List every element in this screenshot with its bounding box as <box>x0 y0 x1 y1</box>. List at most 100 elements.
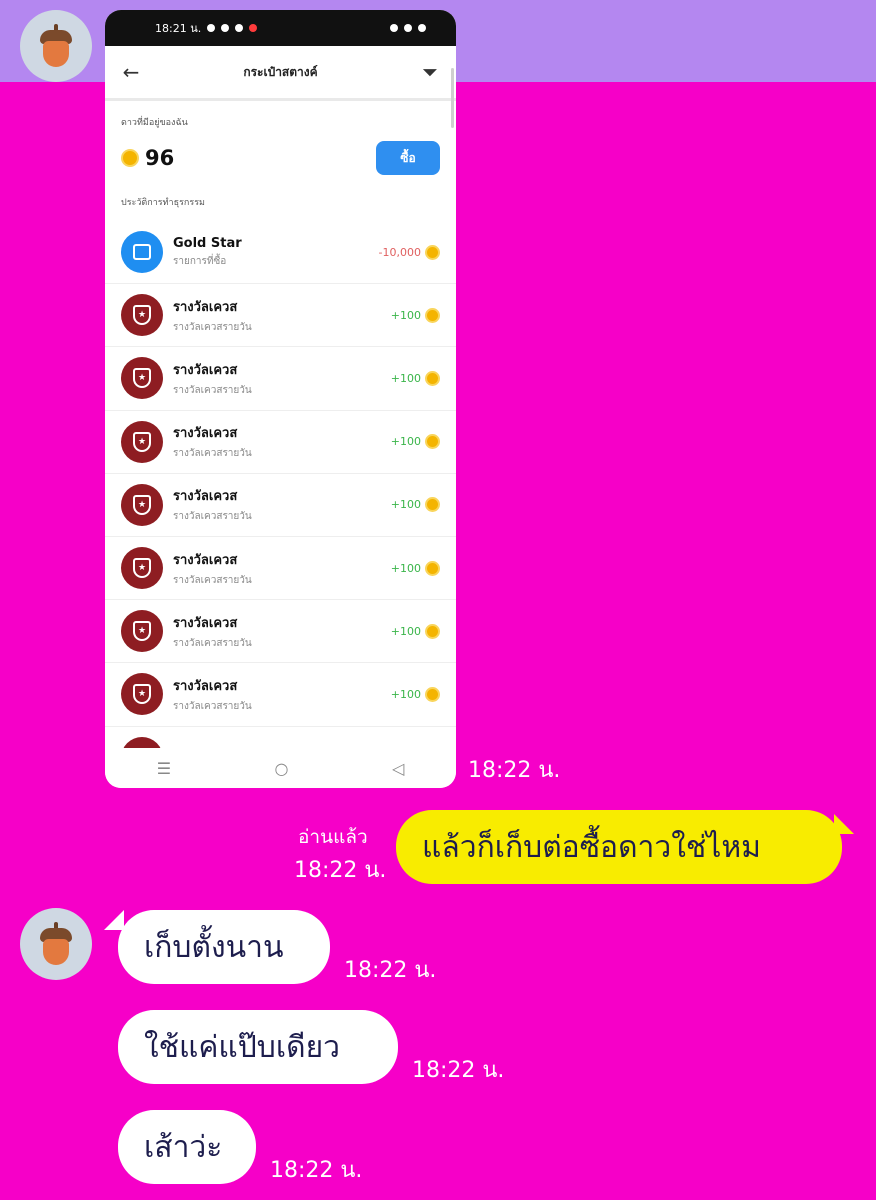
transaction-subtitle: รางวัลเควสรายวัน <box>173 384 252 396</box>
bubble-tail <box>834 814 854 834</box>
transaction-subtitle: รางวัลเควสรายวัน <box>173 700 252 712</box>
balance-label: ดาวที่มีอยู่ของฉัน <box>121 118 188 128</box>
message-text: แล้วก็เก็บต่อซื้อดาวใช่ไหม <box>422 829 761 865</box>
phone-nav-bar: ☰ ○ ◁ <box>105 748 456 788</box>
balance-value: 96 <box>145 146 175 170</box>
filter-icon[interactable]: ⏷ <box>418 60 442 84</box>
acorn-icon <box>38 922 74 966</box>
transaction-title: รางวัลเควส <box>173 362 238 378</box>
phone-status-time: 18:21 น. <box>155 22 202 35</box>
phone-status-bar: 18:21 น. <box>105 10 456 46</box>
transaction-row[interactable]: Gold Star รายการที่ซื้อ -10,000 <box>105 221 456 285</box>
transaction-amount: +100 <box>390 434 440 450</box>
buy-button[interactable]: ซื้อ <box>376 141 440 175</box>
sent-message-bubble[interactable]: แล้วก็เก็บต่อซื้อดาวใช่ไหม <box>396 810 842 884</box>
transaction-title: รางวัลเควส <box>173 552 238 568</box>
scrollbar[interactable] <box>451 68 454 128</box>
amount-value: +100 <box>390 308 421 322</box>
received-message-bubble[interactable]: เส้าว่ะ <box>118 1110 256 1184</box>
transaction-title: รางวัลเควส <box>173 299 238 315</box>
transaction-row[interactable]: ★ รางวัลเควสรางวัลเควสรายวัน +100 <box>105 663 456 727</box>
back-icon[interactable]: ◁ <box>392 759 404 778</box>
star-balance: 96 <box>121 146 174 170</box>
transaction-row[interactable]: ★ รางวัลเควสรางวัลเควสรายวัน +100 <box>105 284 456 348</box>
transaction-title: รางวัลเควส <box>173 678 238 694</box>
transaction-amount: +100 <box>390 560 440 576</box>
message-text: เส้าว่ะ <box>144 1129 223 1165</box>
coin-icon <box>425 434 440 450</box>
coin-icon <box>425 686 440 702</box>
coin-icon <box>425 623 440 639</box>
transaction-subtitle: รางวัลเควสรายวัน <box>173 511 252 523</box>
shared-screenshot-image[interactable]: 18:21 น. ← กระเป๋าสตางค์ ⏷ ดาวที่มีอยู่ข… <box>105 10 456 788</box>
bubble-tail <box>104 910 124 930</box>
coin-icon <box>425 497 440 513</box>
coin-icon <box>425 244 440 260</box>
transaction-row[interactable]: ★ รางวัลเควสรางวัลเควสรายวัน +100 <box>105 474 456 537</box>
image-timestamp: 18:22 น. <box>468 758 561 783</box>
sent-timestamp: 18:22 น. <box>294 858 387 883</box>
signal-icon <box>404 24 412 32</box>
wifi-icon <box>390 24 398 32</box>
notification-icon <box>221 24 230 32</box>
reward-shield-icon: ★ <box>121 547 163 590</box>
received-timestamp: 18:22 น. <box>270 1158 363 1183</box>
transaction-subtitle: รางวัลเควสรายวัน <box>173 574 252 586</box>
amount-value: +100 <box>390 498 421 512</box>
transaction-subtitle: รายการที่ซื้อ <box>173 255 227 267</box>
transaction-amount: +100 <box>390 623 440 639</box>
wallet-title: กระเป๋าสตางค์ <box>243 64 318 79</box>
transaction-amount: +100 <box>390 497 440 513</box>
transaction-row[interactable]: ★ รางวัลเควสรางวัลเควสรายวัน +100 <box>105 600 456 664</box>
received-message-bubble[interactable]: เก็บตั้งนาน <box>118 910 330 984</box>
notification-icon <box>207 24 216 32</box>
transaction-subtitle: รางวัลเควสรายวัน <box>173 448 252 460</box>
amount-value: +100 <box>390 687 421 701</box>
recent-apps-icon[interactable]: ☰ <box>157 759 171 778</box>
amount-value: -10,000 <box>378 245 421 259</box>
transaction-title: Gold Star <box>173 235 242 251</box>
transaction-amount: -10,000 <box>378 244 440 260</box>
transaction-title: รางวัลเควส <box>173 489 238 505</box>
transaction-row[interactable]: ★ รางวัลเควสรางวัลเควสรายวัน +100 <box>105 537 456 601</box>
transaction-subtitle: รางวัลเควสรายวัน <box>173 637 252 649</box>
amount-value: +100 <box>390 371 421 385</box>
store-icon <box>121 231 163 274</box>
coin-icon <box>425 370 440 386</box>
transaction-amount: +100 <box>390 686 440 702</box>
contact-avatar[interactable] <box>20 10 92 82</box>
amount-value: +100 <box>390 561 421 575</box>
transaction-title: รางวัลเควส <box>173 615 238 631</box>
reward-shield-icon: ★ <box>121 420 163 463</box>
reward-shield-icon: ★ <box>121 294 163 337</box>
coin-icon <box>425 307 440 323</box>
transaction-row[interactable]: ★ รางวัลเควสรางวัลเควสรายวัน +100 <box>105 347 456 411</box>
read-receipt: อ่านแล้ว <box>298 826 368 848</box>
amount-value: +100 <box>390 435 421 449</box>
coin-icon <box>425 560 440 576</box>
history-label: ประวัติการทำธุรกรรม <box>121 198 205 208</box>
reward-shield-icon: ★ <box>121 673 163 716</box>
received-message-bubble[interactable]: ใช้แค่แป๊บเดียว <box>118 1010 398 1084</box>
transaction-row[interactable]: ★ รางวัลเควสรางวัลเควสรายวัน +100 <box>105 411 456 474</box>
notification-icon <box>235 24 244 32</box>
home-icon[interactable]: ○ <box>275 759 289 778</box>
message-text: เก็บตั้งนาน <box>144 929 284 965</box>
contact-avatar[interactable] <box>20 908 92 980</box>
received-timestamp: 18:22 น. <box>344 958 437 983</box>
back-arrow-icon[interactable]: ← <box>119 60 143 84</box>
reward-shield-icon: ★ <box>121 357 163 400</box>
transaction-subtitle: รางวัลเควสรายวัน <box>173 321 252 333</box>
battery-icon <box>418 24 426 32</box>
transaction-amount: +100 <box>390 307 440 323</box>
transaction-amount: +100 <box>390 370 440 386</box>
acorn-icon <box>38 24 74 68</box>
amount-value: +100 <box>390 624 421 638</box>
wallet-header: ← กระเป๋าสตางค์ ⏷ <box>105 46 456 101</box>
transaction-title: รางวัลเควส <box>173 426 238 442</box>
reward-shield-icon: ★ <box>121 483 163 526</box>
reward-shield-icon: ★ <box>121 610 163 653</box>
transaction-list: Gold Star รายการที่ซื้อ -10,000 ★ รางวัลเควส… <box>105 221 456 788</box>
coin-icon <box>121 149 139 167</box>
notification-icon <box>249 24 258 32</box>
